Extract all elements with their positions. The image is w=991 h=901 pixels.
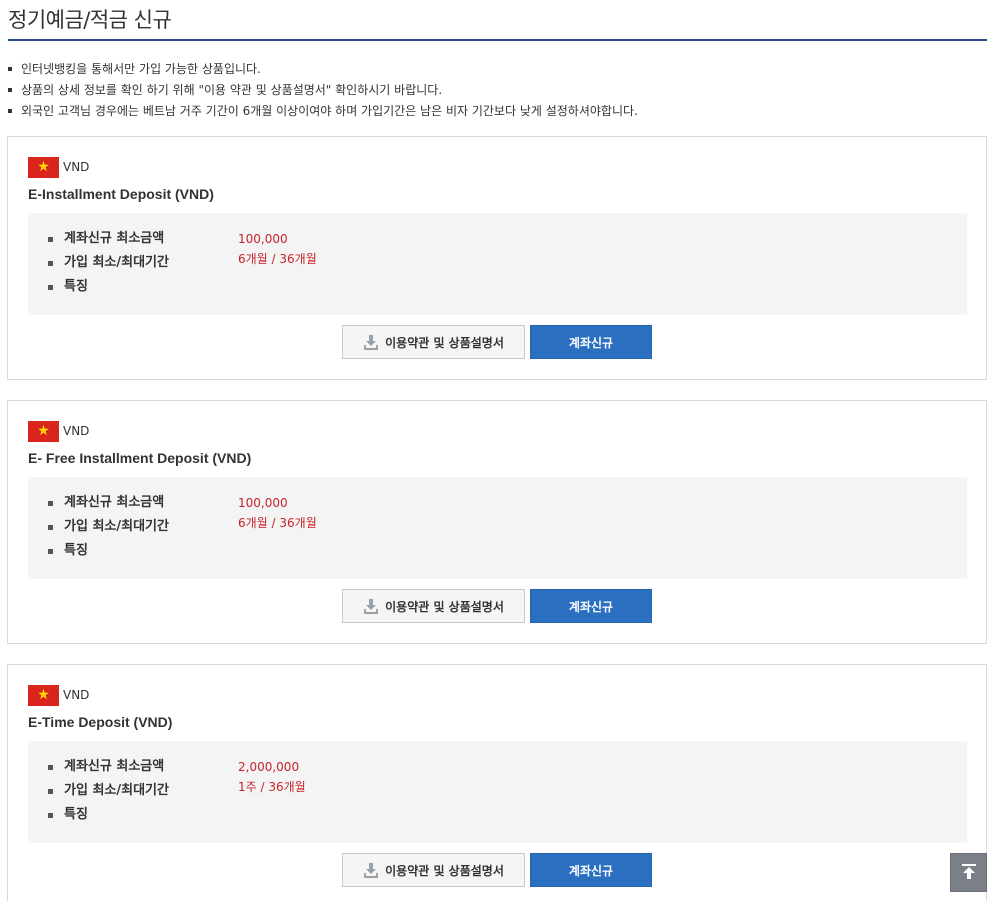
info-row-period: 가입 최소/최대기간 6개월 / 36개월 (28, 516, 967, 537)
bullet-icon (48, 501, 53, 506)
product-card: ★ VND E- Free Installment Deposit (VND) … (7, 400, 987, 644)
info-row-features: 특징 (28, 277, 967, 297)
min-amount-value: 100,000 (238, 232, 288, 246)
info-label: 가입 최소/최대기간 (64, 519, 169, 534)
currency-label: VND (63, 424, 90, 438)
bullet-icon (48, 261, 53, 266)
card-header: ★ VND (28, 420, 89, 442)
vietnam-flag-icon: ★ (28, 156, 59, 178)
notice-list: 인터넷뱅킹을 통해서만 가입 가능한 상품입니다. 상품의 상세 정보를 확인 … (8, 59, 987, 122)
card-header: ★ VND (28, 156, 89, 178)
bullet-icon (48, 813, 53, 818)
info-label: 특징 (64, 279, 88, 294)
currency-label: VND (63, 688, 90, 702)
vietnam-flag-icon: ★ (28, 420, 59, 442)
bullet-icon (48, 285, 53, 290)
terms-download-button[interactable]: 이용약관 및 상품설명서 (342, 853, 525, 887)
min-amount-value: 2,000,000 (238, 760, 300, 774)
product-name: E-Installment Deposit (VND) (28, 186, 214, 202)
period-value: 6개월 / 36개월 (238, 252, 317, 266)
currency-label: VND (63, 160, 90, 174)
download-icon (363, 334, 379, 350)
notice-item: 외국인 고객님 경우에는 베트남 거주 기간이 6개월 이상이여야 하며 가입기… (8, 101, 987, 122)
notice-item: 인터넷뱅킹을 통해서만 가입 가능한 상품입니다. (8, 59, 987, 80)
product-info-box: 계좌신규 최소금액 2,000,000 가입 최소/최대기간 1주 / 36개월… (28, 741, 967, 843)
product-card: ★ VND E-Time Deposit (VND) 계좌신규 최소금액 2,0… (7, 664, 987, 901)
download-icon (363, 862, 379, 878)
product-name: E-Time Deposit (VND) (28, 714, 173, 730)
period-value: 6개월 / 36개월 (238, 516, 317, 530)
vietnam-flag-icon: ★ (28, 684, 59, 706)
open-account-button[interactable]: 계좌신규 (530, 325, 652, 359)
info-row-min-amount: 계좌신규 최소금액 100,000 (28, 493, 967, 513)
scroll-to-top-button[interactable] (950, 853, 987, 892)
info-row-min-amount: 계좌신규 최소금액 100,000 (28, 229, 967, 249)
page-title: 정기예금/적금 신규 (8, 8, 172, 32)
period-value: 1주 / 36개월 (238, 780, 306, 794)
terms-button-label: 이용약관 및 상품설명서 (385, 335, 504, 350)
open-account-button[interactable]: 계좌신규 (530, 589, 652, 623)
title-divider (8, 39, 987, 41)
open-account-button[interactable]: 계좌신규 (530, 853, 652, 887)
bullet-icon (48, 525, 53, 530)
bullet-icon (48, 789, 53, 794)
product-info-box: 계좌신규 최소금액 100,000 가입 최소/최대기간 6개월 / 36개월 … (28, 213, 967, 315)
info-label: 특징 (64, 543, 88, 558)
info-label: 가입 최소/최대기간 (64, 255, 169, 270)
info-label: 계좌신규 최소금액 (64, 495, 165, 510)
info-row-features: 특징 (28, 541, 967, 561)
info-row-period: 가입 최소/최대기간 1주 / 36개월 (28, 780, 967, 801)
terms-download-button[interactable]: 이용약관 및 상품설명서 (342, 589, 525, 623)
info-label: 계좌신규 최소금액 (64, 759, 165, 774)
bullet-icon (48, 765, 53, 770)
download-icon (363, 598, 379, 614)
terms-button-label: 이용약관 및 상품설명서 (385, 599, 504, 614)
product-card: ★ VND E-Installment Deposit (VND) 계좌신규 최… (7, 136, 987, 380)
terms-download-button[interactable]: 이용약관 및 상품설명서 (342, 325, 525, 359)
product-name: E- Free Installment Deposit (VND) (28, 450, 252, 466)
min-amount-value: 100,000 (238, 496, 288, 510)
info-label: 가입 최소/최대기간 (64, 783, 169, 798)
info-row-features: 특징 (28, 805, 967, 825)
terms-button-label: 이용약관 및 상품설명서 (385, 863, 504, 878)
info-label: 계좌신규 최소금액 (64, 231, 165, 246)
info-label: 특징 (64, 807, 88, 822)
card-header: ★ VND (28, 684, 89, 706)
arrow-to-top-icon (960, 862, 978, 884)
product-info-box: 계좌신규 최소금액 100,000 가입 최소/최대기간 6개월 / 36개월 … (28, 477, 967, 579)
notice-item: 상품의 상세 정보를 확인 하기 위해 "이용 약관 및 상품설명서" 확인하시… (8, 80, 987, 101)
bullet-icon (48, 237, 53, 242)
info-row-min-amount: 계좌신규 최소금액 2,000,000 (28, 757, 967, 777)
info-row-period: 가입 최소/최대기간 6개월 / 36개월 (28, 252, 967, 273)
bullet-icon (48, 549, 53, 554)
